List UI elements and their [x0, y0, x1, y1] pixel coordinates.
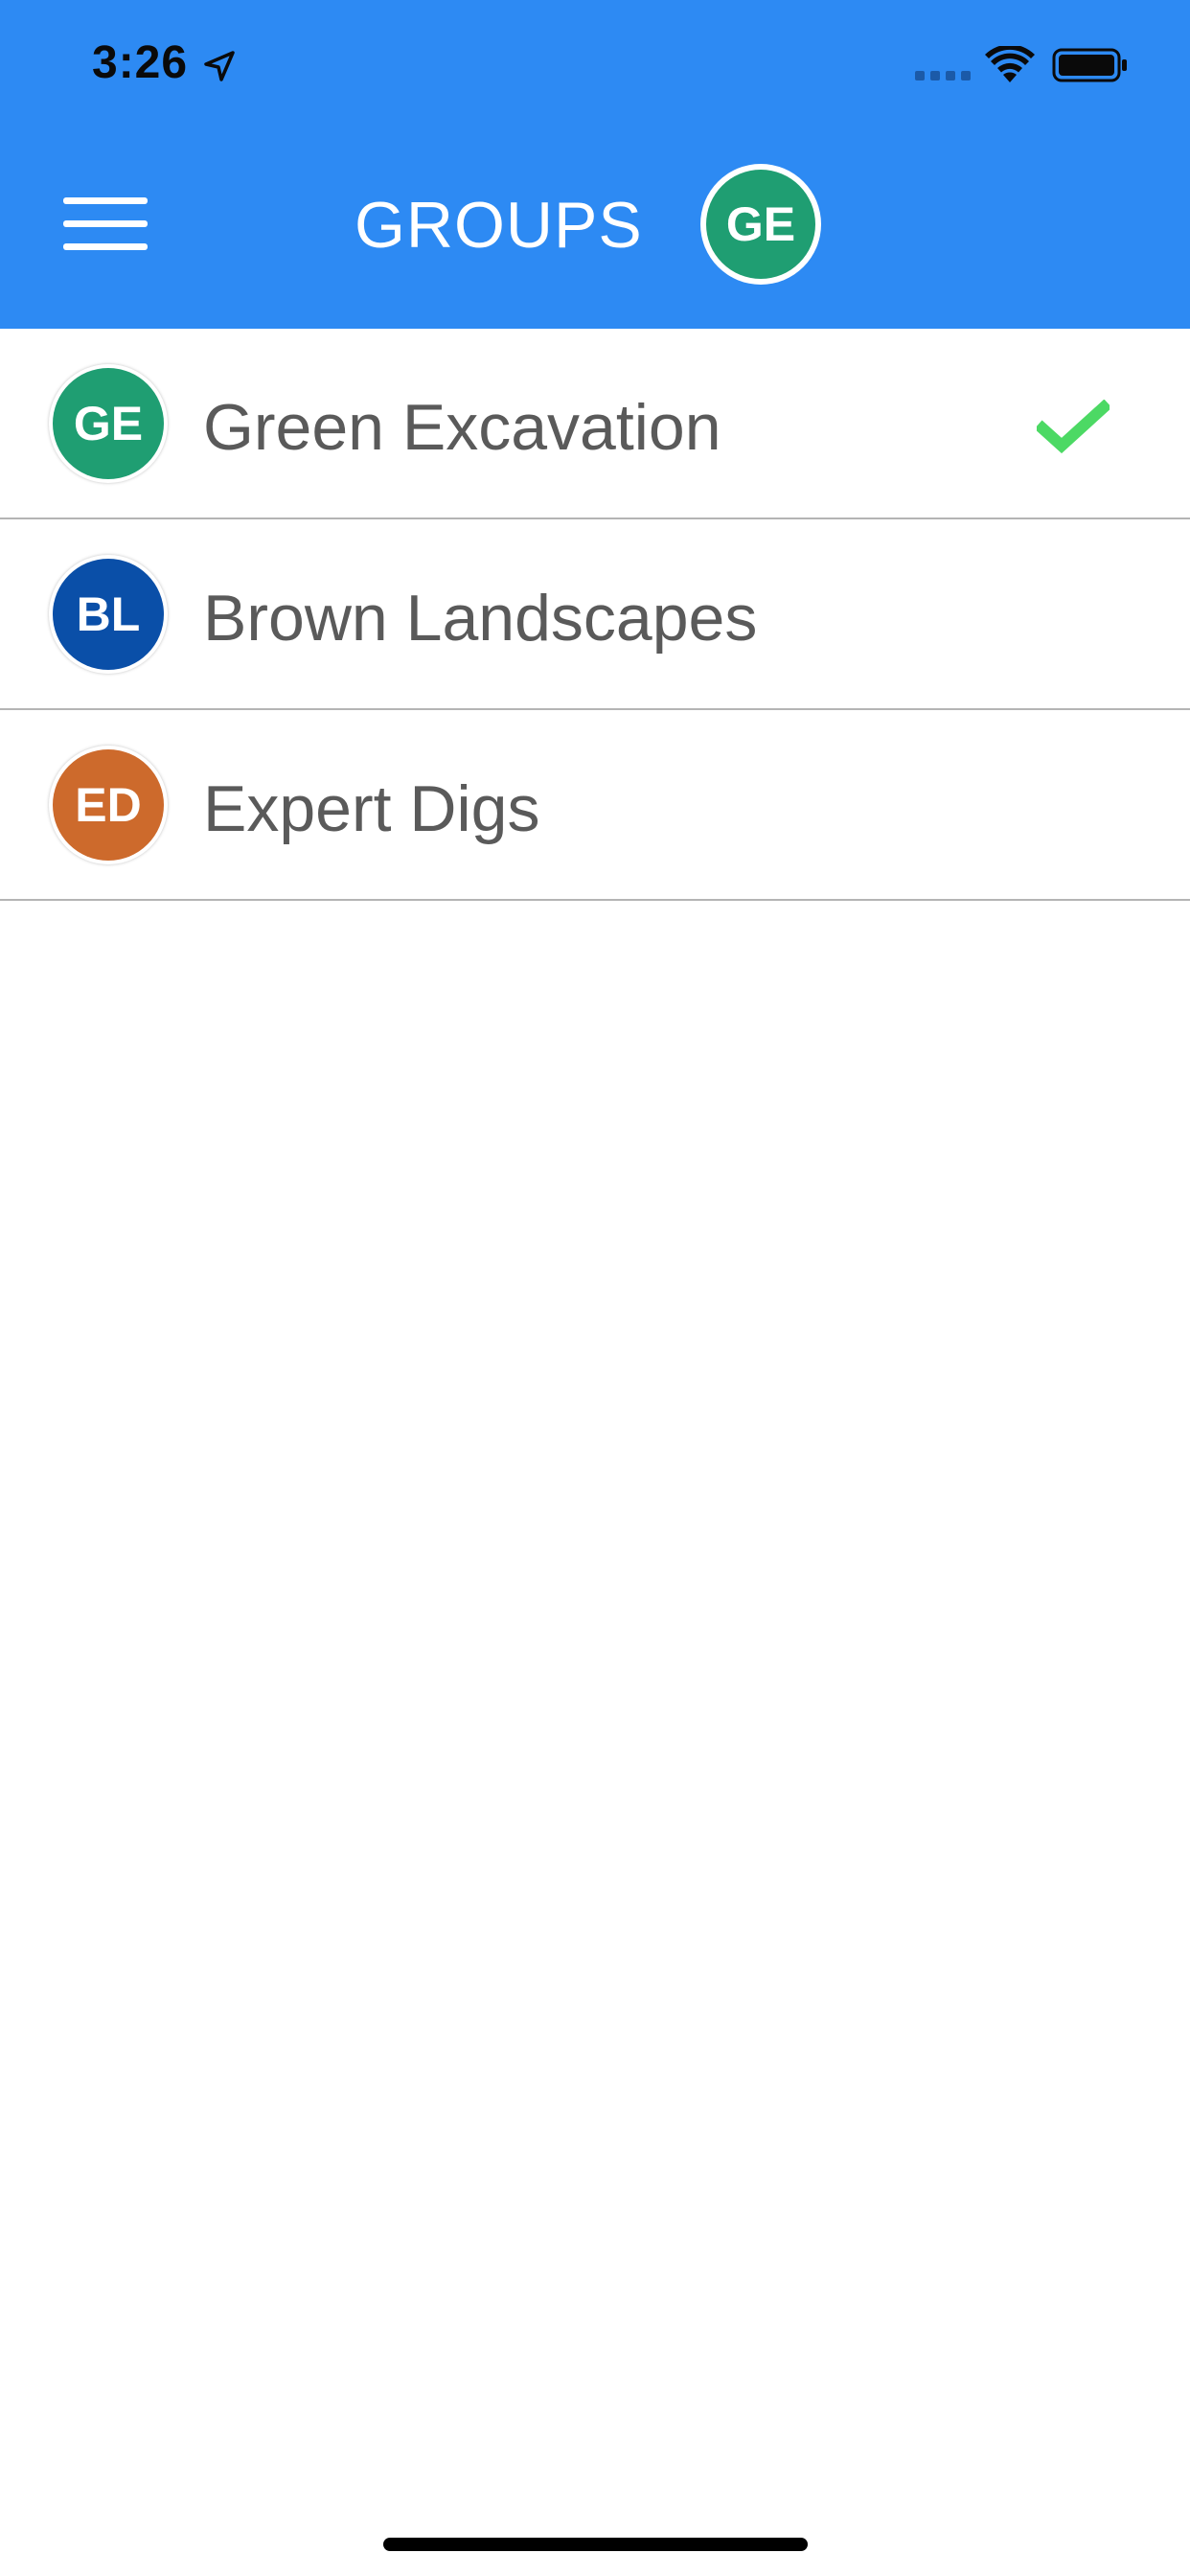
group-name: Green Excavation — [203, 391, 721, 464]
avatar-initials: ED — [53, 749, 164, 861]
checkmark-icon — [1037, 400, 1110, 453]
group-row-brown-landscapes[interactable]: BL Brown Landscapes — [0, 519, 1190, 710]
avatar: GE — [49, 364, 168, 483]
page-title: GROUPS — [355, 189, 643, 262]
home-indicator[interactable] — [383, 2538, 808, 2551]
avatar-initials: BL — [53, 559, 164, 670]
signal-icon — [915, 71, 971, 80]
battery-icon — [1052, 48, 1127, 82]
avatar: BL — [49, 555, 168, 674]
group-name: Brown Landscapes — [203, 582, 758, 655]
current-group-initials: GE — [706, 170, 815, 279]
groups-screen: 3:26 GROUPS GE GE Green Excavation BL Br… — [0, 0, 1190, 2576]
group-row-expert-digs[interactable]: ED Expert Digs — [0, 710, 1190, 901]
header-bar: 3:26 GROUPS GE — [0, 0, 1190, 329]
menu-button[interactable] — [59, 192, 151, 255]
group-list: GE Green Excavation BL Brown Landscapes … — [0, 329, 1190, 901]
group-row-green-excavation[interactable]: GE Green Excavation — [0, 329, 1190, 519]
location-arrow-icon — [204, 51, 235, 81]
group-name: Expert Digs — [203, 772, 540, 845]
avatar: ED — [49, 746, 168, 864]
status-time: 3:26 — [92, 37, 189, 88]
wifi-icon — [985, 46, 1035, 82]
avatar-initials: GE — [53, 368, 164, 479]
current-group-avatar-button[interactable]: GE — [700, 164, 821, 285]
